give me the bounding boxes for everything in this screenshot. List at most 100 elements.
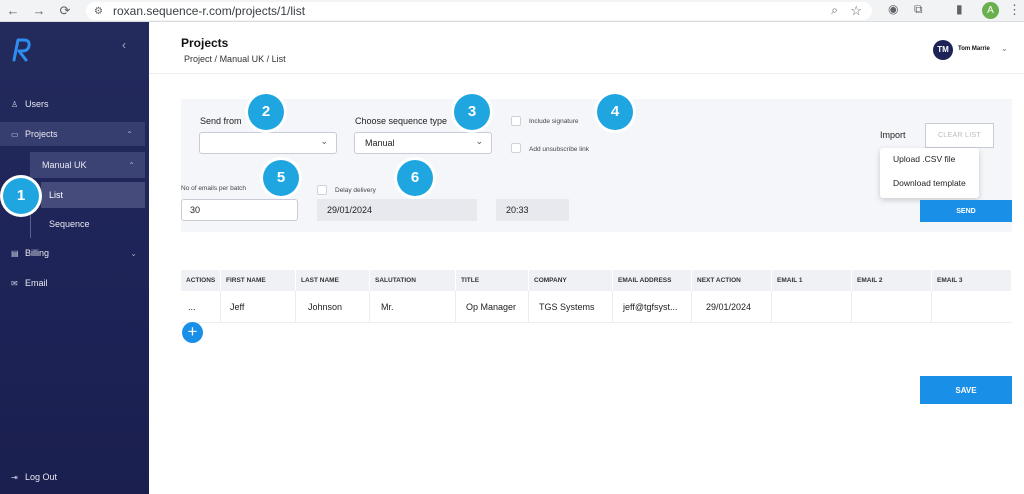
forward-icon[interactable]: → (26, 3, 52, 18)
include-signature-label: Include signature (529, 118, 579, 125)
page-title: Projects (181, 36, 229, 50)
column-header: NEXT ACTION (692, 270, 772, 291)
sidebar-item-projects[interactable]: ▭ Projects ⌃ (0, 122, 145, 146)
sidebar-item-users[interactable]: ♙ Users (0, 92, 149, 116)
annotation-badge-3: 3 (454, 94, 490, 130)
profile-avatar[interactable]: A (982, 2, 999, 19)
chevron-down-icon: ⌄ (475, 136, 483, 146)
sidebar-item-label: Manual UK (42, 160, 87, 170)
sidebar-item-label: Billing (25, 248, 50, 258)
sidebar-item-billing[interactable]: ▤ Billing ⌄ (0, 241, 149, 265)
user-name[interactable]: Tom Marrie (958, 46, 990, 52)
table-row: ... Jeff Johnson Mr. Op Manager TGS Syst… (181, 291, 1012, 323)
delay-delivery-label: Delay delivery (335, 187, 376, 194)
chevron-down-icon: ⌄ (320, 136, 328, 146)
folder-icon: ▭ (11, 129, 19, 139)
emails-per-batch-label: No of emails per batch (181, 185, 247, 192)
logout-icon: ⇥ (11, 472, 18, 482)
import-label[interactable]: Import (880, 130, 906, 140)
column-header: COMPANY (529, 270, 613, 291)
column-header: EMAIL ADDRESS (613, 270, 692, 291)
cell-email-3 (932, 291, 1012, 323)
cell-email-2 (852, 291, 932, 323)
table-header: ACTIONS FIRST NAME LAST NAME SALUTATION … (181, 270, 1012, 291)
sidebar-item-manual-uk[interactable]: Manual UK ⌃ (30, 152, 145, 178)
extensions-icon[interactable]: ⧉ (914, 2, 923, 17)
emails-per-batch-input[interactable]: 30 (181, 199, 298, 221)
upload-csv-option[interactable]: Upload .CSV file (893, 154, 955, 164)
sidebar: ‹ ♙ Users ▭ Projects ⌃ Manual UK ⌃ List … (0, 22, 149, 494)
divider (149, 73, 1024, 74)
column-header: ACTIONS (181, 270, 221, 291)
sidebar-item-label: Sequence (49, 219, 90, 229)
annotation-badge-5: 5 (263, 160, 299, 196)
site-settings-icon[interactable]: ⚙ (94, 6, 103, 17)
cell-salutation: Mr. (370, 291, 456, 323)
cell-email-address: jeff@tgfsyst... (613, 291, 692, 323)
send-from-select[interactable]: ⌄ (199, 132, 337, 154)
cell-next-action: 29/01/2024 (692, 291, 772, 323)
column-header: FIRST NAME (221, 270, 296, 291)
sidebar-item-sequence[interactable]: Sequence (41, 212, 145, 236)
logout-label: Log Out (25, 472, 58, 482)
breadcrumb-separator: / (214, 54, 218, 64)
sequence-type-label: Choose sequence type (355, 116, 448, 126)
lens-icon[interactable]: ◉ (888, 2, 898, 16)
sidebar-item-list[interactable]: List (41, 182, 145, 208)
avatar[interactable]: TM (933, 40, 953, 60)
breadcrumb-project[interactable]: Project (184, 54, 212, 64)
column-header: SALUTATION (370, 270, 456, 291)
chevron-down-icon: ⌄ (130, 248, 137, 258)
column-header: EMAIL 2 (852, 270, 932, 291)
browser-menu-icon[interactable]: ⋮ (1008, 2, 1021, 18)
app-logo (12, 38, 31, 62)
save-button[interactable]: SAVE (920, 376, 1012, 404)
chevron-down-icon[interactable]: ⌄ (1001, 44, 1008, 53)
delay-date-field[interactable]: 29/01/2024 (317, 199, 477, 221)
cell-title: Op Manager (456, 291, 529, 323)
add-row-button[interactable]: + (182, 322, 203, 343)
delay-delivery-checkbox[interactable] (317, 185, 327, 195)
collapse-sidebar-icon[interactable]: ‹ (122, 38, 126, 52)
url-text: roxan.sequence-r.com/projects/1/list (112, 4, 306, 18)
browser-toolbar: ← → ⟳ ⚙ roxan.sequence-r.com/projects/1/… (0, 0, 1024, 22)
sidebar-item-email[interactable]: ✉ Email (0, 271, 149, 295)
cell-last-name: Johnson (296, 291, 370, 323)
bookmark-star-icon[interactable]: ☆ (850, 3, 862, 19)
unsubscribe-link-checkbox[interactable] (511, 143, 521, 153)
user-icon: ♙ (11, 99, 19, 109)
cell-first-name: Jeff (221, 291, 296, 323)
zoom-icon[interactable]: ⌕ (831, 3, 838, 18)
send-from-label: Send from (200, 116, 242, 126)
include-signature-checkbox[interactable] (511, 116, 521, 126)
clear-list-button[interactable]: CLEAR LIST (925, 123, 994, 148)
annotation-badge-4: 4 (597, 94, 633, 130)
mail-icon: ✉ (11, 278, 18, 288)
breadcrumb-separator: / (266, 54, 270, 64)
sidebar-item-label: Email (25, 278, 48, 288)
annotation-badge-6: 6 (397, 160, 433, 196)
column-header: LAST NAME (296, 270, 370, 291)
row-actions-menu[interactable]: ... (181, 291, 221, 323)
sequence-type-select[interactable]: Manual ⌄ (354, 132, 492, 154)
breadcrumb-list: List (271, 54, 286, 64)
breadcrumb: Project / Manual UK / List (184, 54, 286, 64)
delay-time-field[interactable]: 20:33 (496, 199, 569, 221)
sidebar-item-label: List (49, 190, 64, 200)
import-dropdown: Upload .CSV file Download template (880, 148, 979, 198)
sidebar-item-label: Projects (25, 129, 58, 139)
column-header: EMAIL 1 (772, 270, 852, 291)
address-bar[interactable]: ⚙ roxan.sequence-r.com/projects/1/list ⌕… (86, 2, 872, 20)
logout-button[interactable]: ⇥ Log Out (0, 465, 149, 489)
cell-company: TGS Systems (529, 291, 613, 323)
billing-icon: ▤ (11, 248, 19, 258)
download-template-option[interactable]: Download template (893, 178, 966, 188)
reload-icon[interactable]: ⟳ (52, 3, 78, 19)
sidebar-item-label: Users (25, 99, 49, 109)
side-panel-icon[interactable]: ▮ (956, 2, 963, 16)
chevron-up-icon: ⌃ (128, 160, 135, 170)
send-button[interactable]: SEND (920, 200, 1012, 222)
back-icon[interactable]: ← (0, 3, 26, 18)
breadcrumb-manual-uk[interactable]: Manual UK (220, 54, 265, 64)
cell-email-1 (772, 291, 852, 323)
